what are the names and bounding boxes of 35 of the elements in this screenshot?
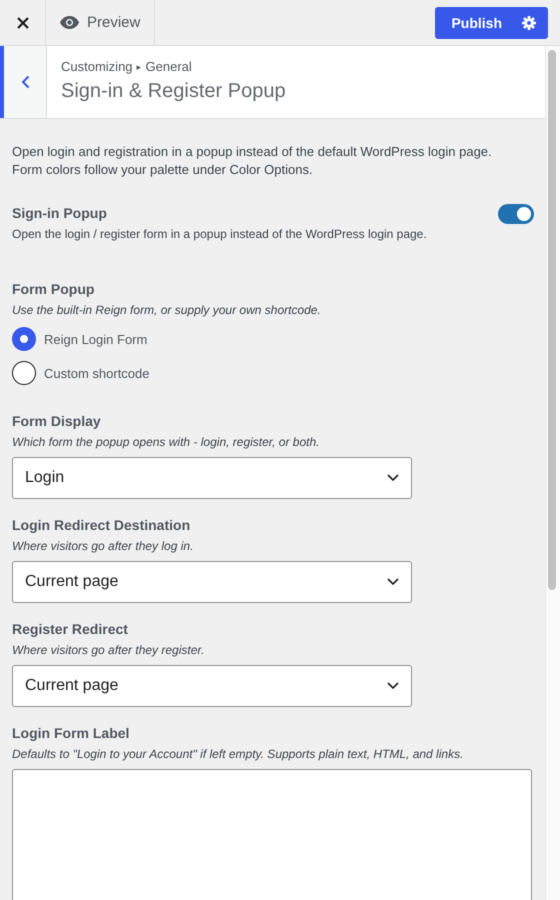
setting-label: Login Redirect Destination: [12, 517, 192, 533]
setting-description: Which form the popup opens with - login, register, or both.: [12, 435, 320, 449]
breadcrumb: General: [146, 59, 192, 74]
setting-label: Login Form Label: [12, 725, 130, 741]
chevron-down-icon: [387, 682, 399, 690]
back-button[interactable]: [0, 46, 47, 118]
chevron-left-icon: [20, 75, 30, 89]
setting-description: Where visitors go after they log in.: [12, 539, 194, 553]
intro-text: Form colors follow your palette under Color Options.: [12, 161, 314, 179]
setting-label: Form Display: [12, 413, 102, 429]
setting-description: Open the login / register form in a popup instead of the WordPress login page.: [12, 227, 427, 241]
breadcrumb: Customizing: [61, 59, 133, 74]
toggle-switch[interactable]: [498, 204, 534, 224]
dropdown-field[interactable]: Login: [12, 457, 412, 499]
dropdown-field[interactable]: Current page: [12, 665, 412, 707]
chevron-down-icon: [387, 578, 399, 586]
panel-title: Sign-in & Register Popup: [61, 80, 286, 103]
preview-button[interactable]: Preview: [46, 0, 156, 45]
radio-label: Custom shortcode: [44, 366, 150, 380]
dropdown-field[interactable]: Current page: [12, 561, 412, 603]
setting-label: Form Popup: [12, 281, 96, 297]
scrollbar[interactable]: [548, 50, 556, 590]
eye-icon: [60, 16, 79, 29]
chevron-down-icon: [387, 474, 399, 482]
radio-button[interactable]: [12, 361, 36, 385]
breadcrumb-separator: ▸: [136, 62, 142, 72]
publish-button[interactable]: Publish: [435, 15, 518, 31]
setting-label: Sign-in Popup: [12, 205, 108, 221]
intro-text: Open login and registration in a popup instead of the default WordPress login page.: [12, 143, 493, 161]
radio-label: Reign Login Form: [44, 332, 148, 346]
radio-button[interactable]: [12, 327, 36, 351]
setting-description: Defaults to "Login to your Account" if left empty. Supports plain text, HTML, and links.: [12, 747, 464, 761]
setting-description: Use the built-in Reign form, or supply your own shortcode.: [12, 303, 322, 317]
setting-label: Register Redirect: [12, 621, 129, 637]
setting-description: Where visitors go after they register.: [12, 643, 206, 657]
